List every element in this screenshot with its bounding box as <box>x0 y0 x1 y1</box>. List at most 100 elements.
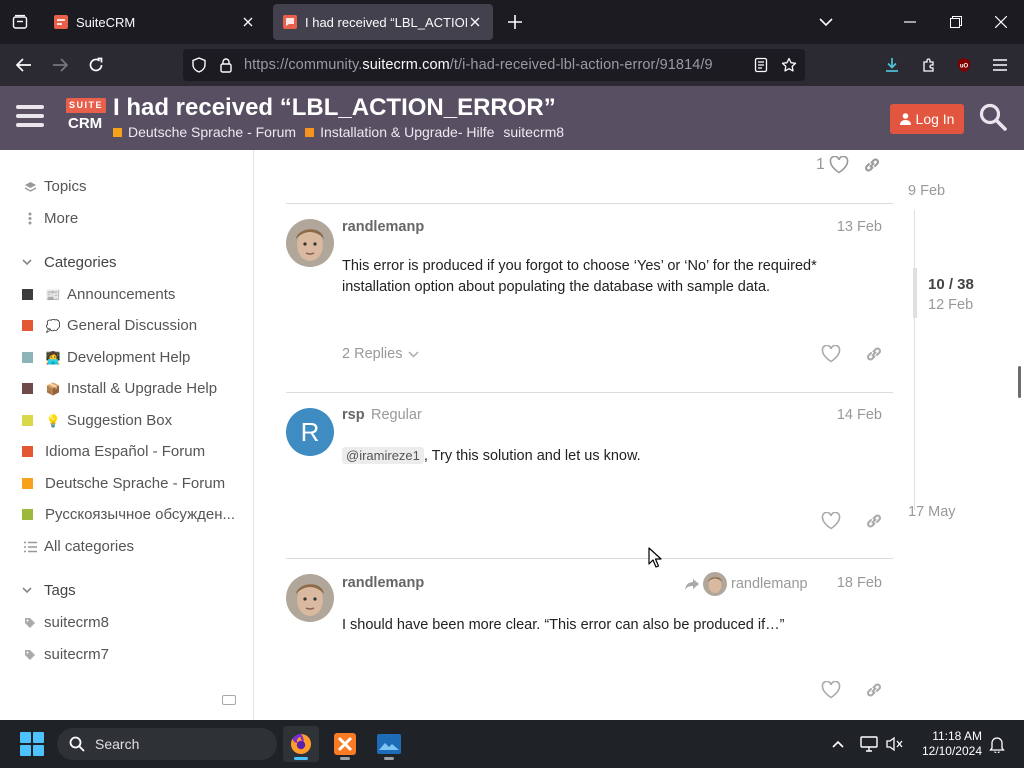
suitecrm-favicon-icon <box>54 15 68 29</box>
timeline-track[interactable] <box>914 210 915 510</box>
browser-tab-bar: SuiteCRM I had received “LBL_ACTION_ERRO… <box>0 0 1024 44</box>
display-icon[interactable] <box>859 734 879 754</box>
like-button[interactable] <box>820 343 842 365</box>
sidebar-item-tag-suitecrm8[interactable]: suitecrm8 <box>22 614 109 631</box>
close-tab-icon[interactable] <box>467 14 483 30</box>
sidebar-item-all-categories[interactable]: All categories <box>22 538 134 555</box>
avatar[interactable] <box>286 219 334 267</box>
forward-icon[interactable] <box>48 53 72 77</box>
like-button[interactable] <box>820 679 842 701</box>
lock-icon[interactable] <box>218 57 234 73</box>
post-date[interactable]: 18 Feb <box>837 575 882 591</box>
breadcrumb-category-2[interactable]: Installation & Upgrade- Hilfe <box>305 124 494 140</box>
logo-bottom-text: CRM <box>68 115 103 132</box>
sidebar-item-development-help[interactable]: 👩‍💻 Development Help <box>22 349 190 366</box>
like-button[interactable] <box>820 510 842 532</box>
share-link-button[interactable] <box>863 510 885 532</box>
user-mention[interactable]: @iramireze1 <box>342 447 424 464</box>
logo-top-text: SUITE <box>66 98 106 113</box>
tab-suitecrm[interactable]: SuiteCRM <box>44 4 266 40</box>
page-scrollbar[interactable] <box>1018 366 1021 398</box>
notifications-bell-icon[interactable] <box>987 734 1007 754</box>
share-link-button[interactable] <box>863 343 885 365</box>
suitecrm-community-favicon-icon <box>283 15 297 29</box>
tracking-protection-shield-icon[interactable] <box>191 57 207 73</box>
avatar[interactable]: R <box>286 408 334 456</box>
close-window-icon[interactable] <box>989 10 1013 34</box>
downloads-icon[interactable] <box>880 53 904 77</box>
sidebar-item-suggestion-box[interactable]: 💡 Suggestion Box <box>22 412 172 429</box>
list-all-tabs-icon[interactable] <box>814 10 838 34</box>
bookmark-star-icon[interactable] <box>781 57 797 73</box>
ublock-origin-icon[interactable]: uO <box>952 53 976 77</box>
category-color-swatch <box>22 383 33 394</box>
windows-start-icon[interactable] <box>20 732 44 756</box>
breadcrumb-category-1[interactable]: Deutsche Sprache - Forum <box>113 124 296 140</box>
sidebar-item-label: Install & Upgrade Help <box>67 380 218 397</box>
post-date[interactable]: 14 Feb <box>837 407 882 423</box>
thought-balloon-icon: 💭 <box>45 318 61 333</box>
sidebar-item-announcements[interactable]: 📰 Announcements <box>22 286 175 303</box>
tab-topic[interactable]: I had received “LBL_ACTION_ERROR” <box>273 4 493 40</box>
firefox-app-icon[interactable] <box>283 726 319 762</box>
sidebar-item-label: Русскоязычное обсужден... <box>45 506 235 523</box>
timeline-end-date[interactable]: 17 May <box>908 504 956 520</box>
new-tab-icon[interactable] <box>504 11 526 33</box>
login-button[interactable]: Log In <box>890 104 964 134</box>
minimize-icon[interactable] <box>898 10 922 34</box>
sidebar-item-more[interactable]: More <box>22 210 78 227</box>
topic-title[interactable]: I had received “LBL_ACTION_ERROR” <box>113 94 556 122</box>
tab-title: I had received “LBL_ACTION_ERROR” <box>305 14 467 30</box>
xampp-app-icon[interactable] <box>327 726 363 762</box>
post-username[interactable]: rsp <box>342 407 365 423</box>
close-tab-icon[interactable] <box>240 14 256 30</box>
taskbar-clock[interactable]: 11:18 AM 12/10/2024 <box>916 729 982 759</box>
photos-app-icon[interactable] <box>371 726 407 762</box>
share-link-button[interactable] <box>863 679 885 701</box>
timeline-handle[interactable] <box>913 268 917 318</box>
search-icon[interactable] <box>978 102 1008 132</box>
chevron-up-icon[interactable] <box>828 734 848 754</box>
reply-to-indicator[interactable]: randlemanp <box>684 572 808 596</box>
extensions-icon[interactable] <box>917 53 941 77</box>
app-menu-icon[interactable] <box>988 53 1012 77</box>
sidebar-item-tag-suitecrm7[interactable]: suitecrm7 <box>22 646 109 663</box>
tag-icon <box>22 617 38 629</box>
sidebar-item-label: General Discussion <box>67 317 198 334</box>
avatar[interactable] <box>286 574 334 622</box>
sidebar-item-deutsche-sprache[interactable]: Deutsche Sprache - Forum <box>22 475 225 492</box>
show-replies-button[interactable]: 2 Replies <box>342 346 419 362</box>
back-icon[interactable] <box>12 53 36 77</box>
reader-view-icon[interactable] <box>753 57 769 73</box>
reload-icon[interactable] <box>84 53 108 77</box>
address-bar[interactable]: https://community.suitecrm.com/t/i-had-r… <box>183 49 805 81</box>
post-date[interactable]: 13 Feb <box>837 219 882 235</box>
suitecrm-logo[interactable]: SUITE CRM <box>66 98 106 138</box>
timeline-start-date[interactable]: 9 Feb <box>908 183 945 199</box>
post-divider <box>286 203 893 204</box>
link-icon <box>867 683 881 697</box>
sidebar-item-topics[interactable]: Topics <box>22 178 87 195</box>
sidebar-item-general-discussion[interactable]: 💭 General Discussion <box>22 317 197 334</box>
keyboard-shortcuts-icon[interactable] <box>222 695 236 705</box>
post-username[interactable]: randlemanp <box>342 575 424 591</box>
taskbar-search[interactable]: Search <box>57 728 277 760</box>
sidebar-toggle-icon[interactable] <box>16 105 44 131</box>
category-color-swatch <box>22 478 33 489</box>
sidebar-item-russian[interactable]: Русскоязычное обсужден... <box>22 506 235 523</box>
heart-icon <box>821 345 841 363</box>
post-username[interactable]: randlemanp <box>342 219 424 235</box>
restore-icon[interactable] <box>944 10 968 34</box>
sidebar-item-idioma-espanol[interactable]: Idioma Español - Forum <box>22 443 205 460</box>
link-icon[interactable] <box>863 156 881 174</box>
technologist-icon: 👩‍💻 <box>45 350 61 365</box>
heart-icon[interactable] <box>829 156 849 174</box>
like-count: 1 <box>816 156 825 173</box>
sidebar-section-categories[interactable]: Categories <box>22 254 117 271</box>
breadcrumb-tag[interactable]: suitecrm8 <box>503 124 564 140</box>
volume-muted-icon[interactable] <box>884 734 904 754</box>
sidebar-section-tags[interactable]: Tags <box>22 582 76 599</box>
sidebar-item-install-upgrade-help[interactable]: 📦 Install & Upgrade Help <box>22 380 217 397</box>
tab-list-icon[interactable] <box>8 10 32 34</box>
category-color-swatch <box>22 509 33 520</box>
